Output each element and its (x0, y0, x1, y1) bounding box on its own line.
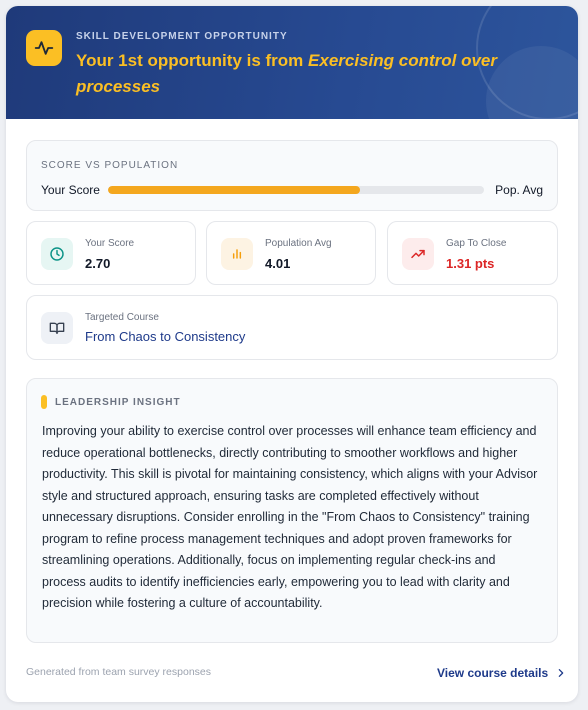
activity-icon (26, 30, 62, 66)
clock-icon (41, 238, 73, 270)
pop-avg-label: Pop. Avg (495, 183, 543, 197)
panel-label: SCORE VS POPULATION (41, 160, 179, 171)
your-score-label: Your Score (41, 183, 100, 197)
chevron-right-icon (558, 669, 564, 677)
title-prefix: Your 1st opportunity is from (76, 51, 309, 70)
stat-label: Gap To Close (446, 238, 507, 249)
card-header: SKILL DEVELOPMENT OPPORTUNITY Your 1st o… (6, 6, 578, 119)
footer-note: Generated from team survey responses (26, 666, 212, 678)
view-course-details-link[interactable]: View course details (437, 666, 566, 680)
view-course-details-label: View course details (437, 666, 549, 680)
eyebrow-label: SKILL DEVELOPMENT OPPORTUNITY (76, 31, 288, 42)
trending-up-icon (402, 238, 434, 270)
insight-label: LEADERSHIP INSIGHT (55, 397, 181, 408)
insight-accent-bar (41, 395, 47, 409)
stat-population-avg: Population Avg 4.01 (206, 221, 376, 285)
opportunity-card: SKILL DEVELOPMENT OPPORTUNITY Your 1st o… (6, 6, 578, 702)
page-title: Your 1st opportunity is from Exercising … (76, 48, 546, 100)
stat-value: 1.31 pts (446, 256, 495, 271)
stat-value: 2.70 (85, 256, 111, 271)
stat-your-score: Your Score 2.70 (26, 221, 196, 285)
stat-value: 4.01 (265, 256, 291, 271)
stat-label: Population Avg (265, 238, 332, 249)
stat-gap-to-close: Gap To Close 1.31 pts (387, 221, 558, 285)
book-open-icon (41, 312, 73, 344)
course-name-link[interactable]: From Chaos to Consistency (85, 329, 245, 344)
stat-label: Your Score (85, 238, 135, 249)
leadership-insight-panel: LEADERSHIP INSIGHT Improving your abilit… (26, 378, 558, 643)
bar-chart-icon (221, 238, 253, 270)
score-progress-bar (108, 186, 484, 194)
score-vs-population-panel: SCORE VS POPULATION Your Score Pop. Avg (26, 140, 558, 211)
insight-text: Improving your ability to exercise contr… (42, 424, 538, 610)
targeted-course-panel[interactable]: Targeted Course From Chaos to Consistenc… (26, 295, 558, 360)
course-label: Targeted Course (85, 312, 159, 323)
score-progress-fill (108, 186, 360, 194)
